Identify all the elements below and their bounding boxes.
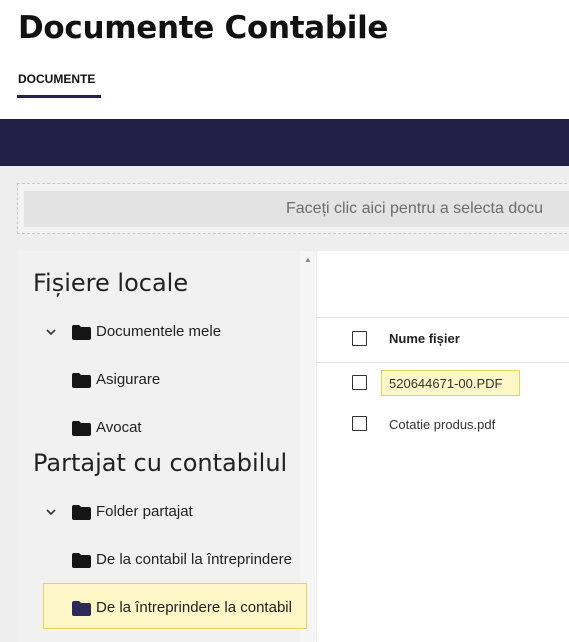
dropzone-text: Faceți clic aici pentru a selecta docu (286, 200, 544, 217)
active-tab-indicator (17, 95, 101, 98)
tree-item-label: Avocat (96, 418, 142, 436)
section-title-shared: Partajat cu contabilul (33, 449, 288, 477)
tree-item-label: De la contabil la întreprindere (96, 550, 292, 568)
column-header-file-name[interactable]: Nume fișier (389, 331, 460, 346)
folder-icon (72, 420, 91, 436)
file-name-link[interactable]: 520644671-00.PDF (389, 376, 502, 391)
folder-icon (72, 552, 91, 568)
section-title-local-files: Fișiere locale (33, 269, 189, 297)
folder-icon (72, 504, 91, 520)
divider (317, 317, 569, 318)
tree-item-label: Folder partajat (96, 502, 193, 520)
tree-item-label: De la întreprindere la contabil (96, 598, 292, 616)
top-navbar (0, 119, 569, 166)
tree-item-documentele-mele[interactable]: Documentele mele (72, 318, 221, 344)
folder-icon (72, 324, 91, 340)
tree-item-folder-partajat[interactable]: Folder partajat (72, 498, 193, 524)
tree-item-avocat[interactable]: Avocat (72, 414, 142, 440)
file-row-checkbox[interactable] (352, 375, 367, 390)
folder-icon (72, 372, 91, 388)
page-title: Documente Contabile (18, 10, 389, 46)
divider (317, 362, 569, 363)
scroll-up-arrow-icon[interactable]: ▲ (304, 255, 312, 264)
file-row-checkbox[interactable] (352, 416, 367, 431)
tree-item-label: Documentele mele (96, 322, 222, 340)
tree-item-intreprindere-to-contabil[interactable]: De la întreprindere la contabil (72, 594, 292, 620)
tree-item-contabil-to-intreprindere[interactable]: De la contabil la întreprindere (72, 546, 292, 572)
chevron-down-icon[interactable] (46, 507, 56, 517)
chevron-down-icon[interactable] (46, 327, 56, 337)
files-panel (317, 251, 569, 642)
select-all-checkbox[interactable] (352, 331, 367, 346)
file-name-link[interactable]: Cotatie produs.pdf (389, 417, 495, 432)
tree-item-label: Asigurare (96, 370, 161, 388)
tab-documente[interactable]: DOCUMENTE (18, 72, 95, 86)
folder-icon (72, 600, 91, 616)
tree-item-asigurare[interactable]: Asigurare (72, 366, 160, 392)
